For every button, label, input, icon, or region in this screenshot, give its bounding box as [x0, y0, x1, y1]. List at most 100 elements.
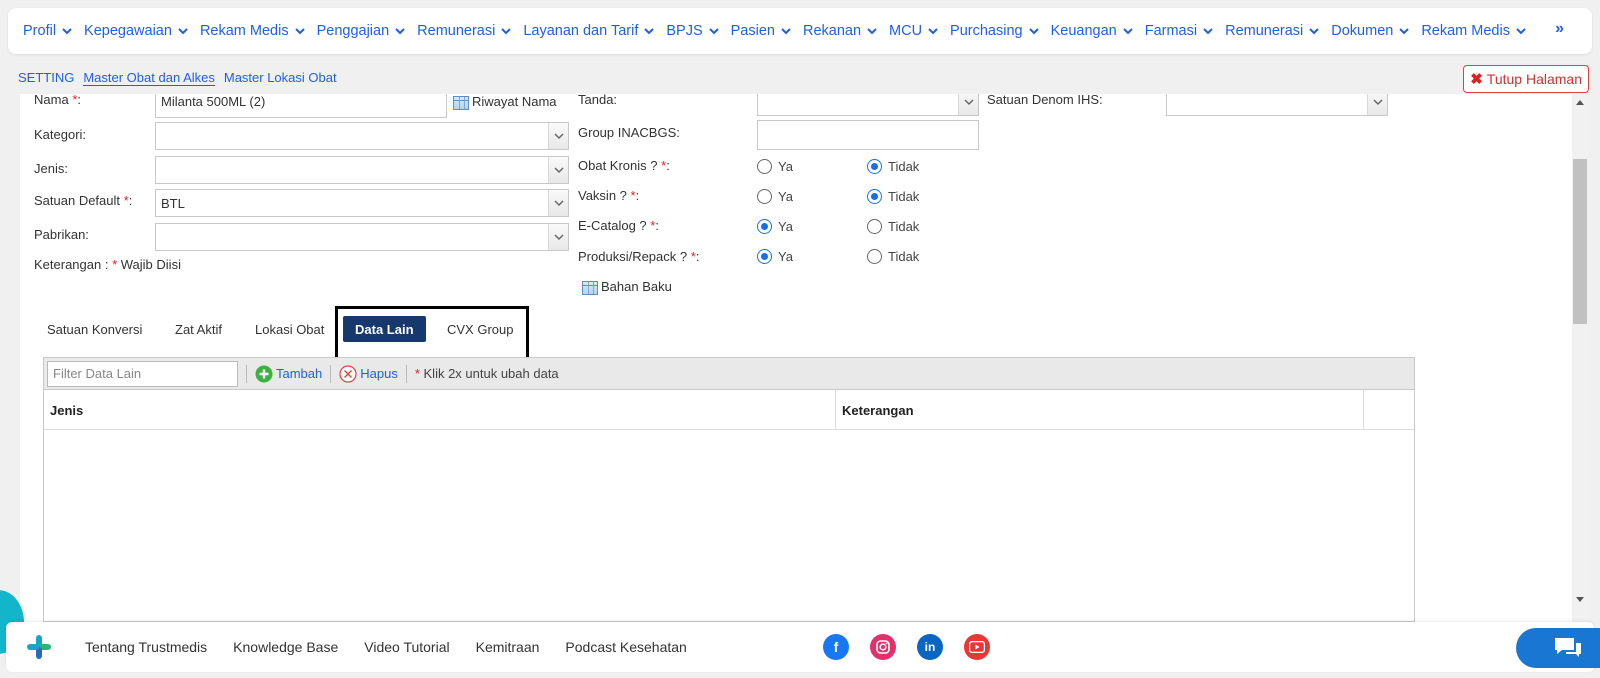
produksi-ya-radio[interactable]: Ya — [757, 249, 793, 264]
obat-kronis-tidak-radio[interactable]: Tidak — [867, 159, 919, 174]
riwayat-nama-button[interactable]: Riwayat Nama — [453, 94, 557, 110]
nav-label: Pasien — [730, 23, 775, 39]
youtube-icon[interactable] — [964, 634, 990, 660]
instagram-glyph — [876, 640, 890, 654]
tab-zat-aktif[interactable]: Zat Aktif — [163, 316, 234, 342]
nav-more-button[interactable]: » — [1555, 20, 1564, 38]
radio-circle — [757, 189, 772, 204]
riwayat-nama-label: Riwayat Nama — [472, 94, 557, 109]
column-header-jenis[interactable]: Jenis — [44, 390, 836, 429]
linkedin-icon[interactable]: in — [917, 634, 943, 660]
nav-label: Profil — [23, 23, 57, 39]
chevron-down-icon — [1203, 28, 1213, 35]
nav-bpjs[interactable]: BPJS — [666, 23, 719, 39]
page-scrollbar[interactable] — [1572, 94, 1588, 622]
close-page-button[interactable]: ✖ Tutup Halaman — [1463, 65, 1589, 93]
scroll-up-arrow-icon[interactable] — [1575, 98, 1585, 108]
scroll-down-arrow-icon[interactable] — [1575, 594, 1585, 604]
footer-link-knowledge-base[interactable]: Knowledge Base — [233, 639, 338, 655]
breadcrumb-setting[interactable]: SETTING — [18, 70, 74, 86]
radio-label: Ya — [778, 159, 793, 174]
nav-farmasi[interactable]: Farmasi — [1145, 23, 1214, 39]
instagram-icon[interactable] — [870, 634, 896, 660]
grid-toolbar: Tambah Hapus * Klik 2x untuk ubah data — [44, 358, 1414, 390]
vaksin-tidak-radio[interactable]: Tidak — [867, 189, 919, 204]
vaksin-label: Vaksin ? *: — [578, 188, 639, 203]
radio-label: Tidak — [888, 159, 920, 174]
tanda-select[interactable] — [757, 94, 979, 116]
chevron-down-icon — [781, 28, 791, 35]
nav-label: Penggajian — [316, 23, 390, 39]
nav-kepegawaian[interactable]: Kepegawaian — [84, 23, 189, 39]
tambah-button[interactable]: Tambah — [255, 365, 322, 383]
jenis-select[interactable] — [155, 156, 569, 184]
tanda-label: Tanda: — [578, 94, 618, 107]
radio-circle-selected — [867, 189, 882, 204]
dropdown-arrow-icon — [548, 157, 568, 183]
footer-link-podcast[interactable]: Podcast Kesehatan — [565, 639, 686, 655]
toolbar-divider — [330, 364, 332, 383]
colon: : — [128, 193, 133, 208]
dropdown-arrow-icon — [958, 94, 978, 115]
footer: Tentang Trustmedis Knowledge Base Video … — [6, 622, 1594, 672]
satuan-default-select[interactable]: BTL — [155, 189, 569, 217]
produksi-tidak-radio[interactable]: Tidak — [867, 249, 919, 264]
nav-label: Remunerasi — [417, 23, 496, 39]
pabrikan-select[interactable] — [155, 223, 569, 251]
satuan-denom-label: Satuan Denom IHS: — [987, 94, 1103, 107]
table-icon — [582, 280, 598, 295]
footer-link-video-tutorial[interactable]: Video Tutorial — [364, 639, 449, 655]
nav-profil[interactable]: Profil — [23, 23, 73, 39]
close-page-label: Tutup Halaman — [1486, 71, 1582, 87]
breadcrumb-master-lokasi[interactable]: Master Lokasi Obat — [224, 70, 337, 86]
nav-penggajian[interactable]: Penggajian — [317, 23, 407, 39]
nav-rekanan[interactable]: Rekanan — [803, 23, 878, 39]
chevron-down-icon — [178, 28, 188, 35]
hapus-button[interactable]: Hapus — [339, 364, 398, 383]
chevron-down-icon — [1028, 28, 1039, 35]
radio-label: Tidak — [888, 249, 920, 264]
nav-dokumen[interactable]: Dokumen — [1331, 23, 1410, 39]
radio-label: Ya — [778, 249, 793, 264]
tab-lokasi-obat[interactable]: Lokasi Obat — [243, 316, 336, 342]
hapus-label: Hapus — [360, 366, 398, 381]
satuan-default-label: Satuan Default *: — [34, 193, 132, 208]
chat-icon — [1555, 638, 1581, 657]
nav-rekam-medis[interactable]: Rekam Medis — [200, 23, 306, 39]
chevron-down-icon — [1123, 28, 1133, 35]
facebook-icon[interactable]: f — [823, 634, 849, 660]
footer-links: Tentang Trustmedis Knowledge Base Video … — [85, 639, 687, 655]
group-inacbgs-input[interactable] — [757, 120, 979, 150]
nav-keuangan[interactable]: Keuangan — [1051, 23, 1134, 39]
jenis-label: Jenis: — [34, 161, 68, 176]
nav-pasien[interactable]: Pasien — [731, 23, 792, 39]
tab-satuan-konversi[interactable]: Satuan Konversi — [35, 316, 154, 342]
nav-purchasing[interactable]: Purchasing — [950, 23, 1040, 39]
footer-link-tentang[interactable]: Tentang Trustmedis — [85, 639, 207, 655]
footer-link-kemitraan[interactable]: Kemitraan — [476, 639, 540, 655]
kategori-select[interactable] — [155, 122, 569, 150]
obat-kronis-ya-radio[interactable]: Ya — [757, 159, 793, 174]
nav-mcu[interactable]: MCU — [889, 23, 939, 39]
radio-circle — [867, 249, 882, 264]
nav-layanan-dan-tarif[interactable]: Layanan dan Tarif — [523, 23, 655, 39]
edit-hint: * Klik 2x untuk ubah data — [415, 366, 559, 381]
ecatalog-tidak-radio[interactable]: Tidak — [867, 219, 919, 234]
bahan-baku-button[interactable]: Bahan Baku — [582, 279, 672, 295]
breadcrumb-master-obat[interactable]: Master Obat dan Alkes — [83, 70, 215, 86]
nav-remunerasi-2[interactable]: Remunerasi — [1225, 23, 1320, 39]
radio-label: Tidak — [888, 189, 920, 204]
dropdown-arrow-icon — [548, 123, 568, 149]
nama-input[interactable]: Milanta 500ML (2) — [155, 94, 447, 118]
filter-data-lain-input[interactable] — [47, 360, 238, 387]
nav-remunerasi[interactable]: Remunerasi — [417, 23, 512, 39]
radio-circle — [867, 219, 882, 234]
vaksin-ya-radio[interactable]: Ya — [757, 189, 793, 204]
scrollbar-thumb[interactable] — [1573, 159, 1587, 324]
colon: : — [655, 218, 659, 233]
chat-button[interactable] — [1516, 628, 1600, 668]
nav-rekam-medis-2[interactable]: Rekam Medis — [1421, 23, 1527, 39]
ecatalog-ya-radio[interactable]: Ya — [757, 219, 793, 234]
satuan-denom-select[interactable] — [1166, 94, 1388, 116]
column-header-keterangan[interactable]: Keterangan — [836, 390, 1364, 429]
